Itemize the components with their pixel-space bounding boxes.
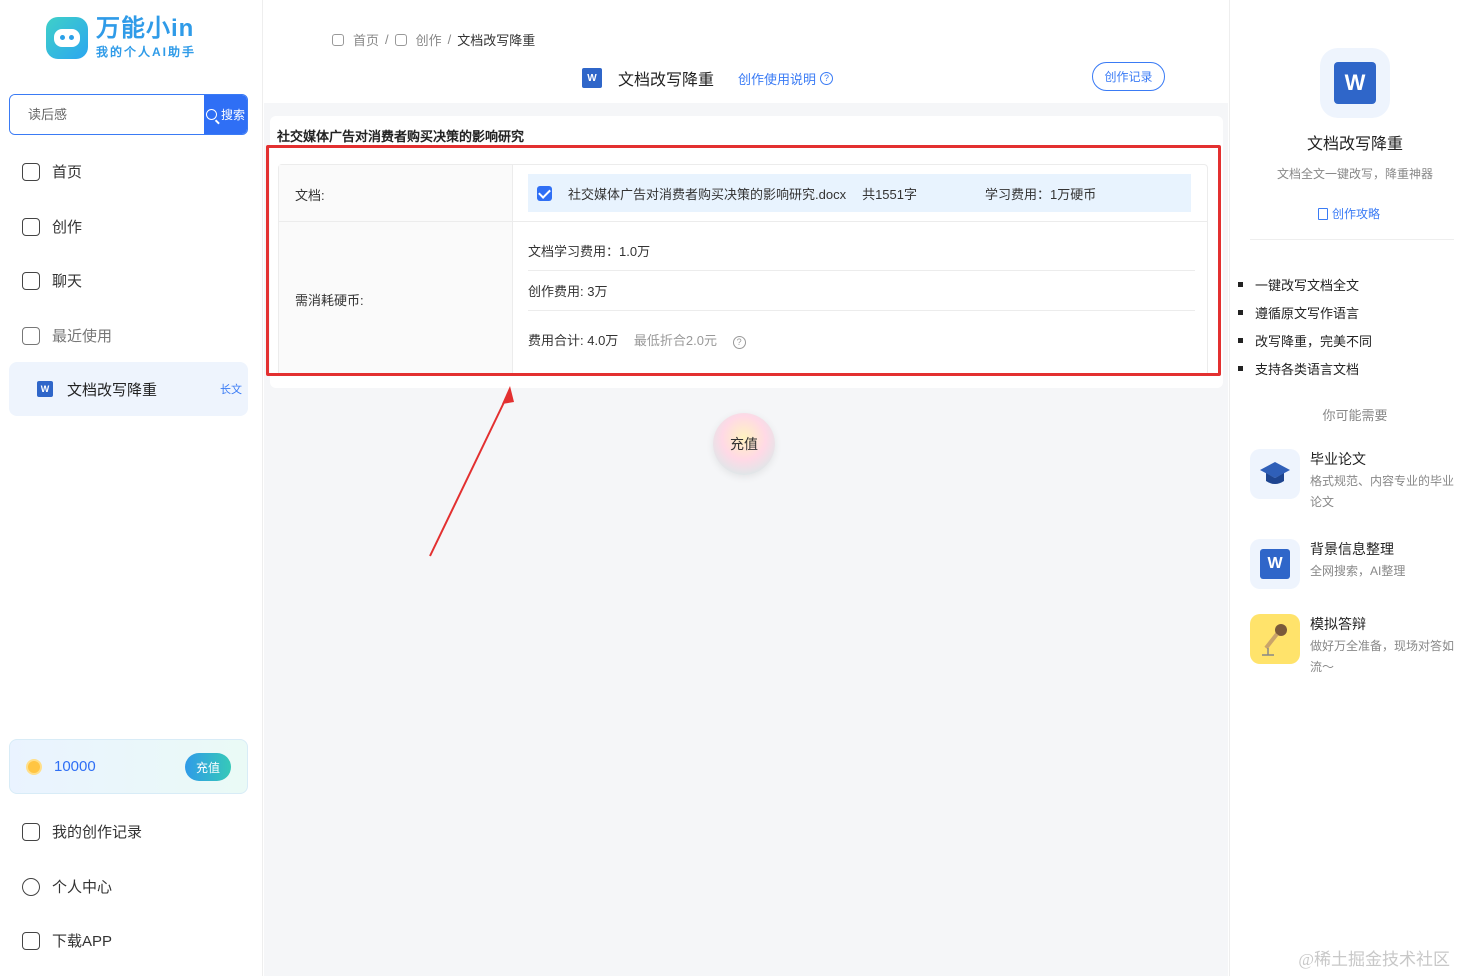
watermark: @稀土掘金技术社区 bbox=[1298, 950, 1450, 969]
cost-label: 需消耗硬币: bbox=[295, 293, 364, 308]
record-icon bbox=[22, 822, 40, 841]
learn-fee: 文档学习费用：1.0万 bbox=[528, 241, 1195, 271]
home-icon bbox=[22, 162, 40, 181]
tool-desc: 文档全文一键改写，降重神器 bbox=[1276, 167, 1433, 181]
coin-value: 10000 bbox=[54, 758, 96, 775]
app-icon bbox=[22, 931, 40, 950]
creation-guide-label: 创作攻略 bbox=[1332, 207, 1381, 221]
robot-logo-icon bbox=[46, 17, 88, 59]
chat-icon bbox=[22, 271, 40, 290]
recharge-small-button[interactable]: 充值 bbox=[185, 753, 231, 781]
document-card: 社交媒体广告对消费者购买决策的影响研究 文档: 需消耗硬币: 社交媒体广告对消费… bbox=[270, 116, 1223, 388]
doc-learn-fee: 学习费用：1万硬币 bbox=[985, 186, 1097, 202]
word-doc-icon: W bbox=[37, 381, 53, 397]
word-doc-icon: W bbox=[1250, 539, 1300, 589]
doc-checkbox[interactable] bbox=[537, 185, 552, 201]
sidebar-item-label: 个人中心 bbox=[52, 879, 113, 896]
word-doc-icon: W bbox=[1320, 48, 1390, 118]
breadcrumb-home[interactable]: 首页 bbox=[353, 30, 379, 49]
rec-desc: 格式规范、内容专业的毕业论文 bbox=[1310, 474, 1455, 509]
creation-guide-link[interactable]: 创作攻略 bbox=[1318, 205, 1380, 222]
rec-name: 背景信息整理 bbox=[1310, 541, 1394, 557]
coin-balance: 10000 充值 bbox=[9, 739, 248, 794]
user-icon bbox=[22, 877, 40, 896]
recharge-button[interactable]: 充值 bbox=[713, 413, 775, 475]
usage-help-link[interactable]: 创作使用说明 ? bbox=[738, 69, 834, 88]
rec-name: 毕业论文 bbox=[1310, 451, 1366, 467]
sidebar-item-label: 最近使用 bbox=[52, 328, 113, 345]
page-header: W 文档改写降重 创作使用说明 ? bbox=[582, 66, 834, 90]
feature-item: 支持各类语言文档 bbox=[1238, 359, 1359, 378]
graduation-cap-icon bbox=[1250, 449, 1300, 499]
total-fee: 费用合计: 4.0万 bbox=[528, 333, 619, 348]
sidebar-item-label: 聊天 bbox=[52, 273, 83, 290]
sidebar-item-chat[interactable]: 聊天 bbox=[22, 270, 82, 291]
search-icon bbox=[205, 109, 217, 120]
word-doc-icon: W bbox=[582, 68, 602, 88]
annotation-arrow bbox=[429, 386, 514, 557]
usage-help-label: 创作使用说明 bbox=[738, 71, 817, 87]
sidebar-item-doc-rewrite[interactable]: W 文档改写降重 长文 bbox=[9, 362, 248, 416]
doc-row: 社交媒体广告对消费者购买决策的影响研究.docx 共1551字 学习费用：1万硬… bbox=[528, 174, 1191, 212]
rec-desc: 做好万全准备，现场对答如流～ bbox=[1310, 639, 1455, 674]
sidebar-item-home[interactable]: 首页 bbox=[22, 161, 82, 182]
search-bar: 搜索 bbox=[9, 94, 248, 135]
search-button-label: 搜索 bbox=[220, 108, 245, 122]
total-fee-row: 费用合计: 4.0万 最低折合2.0元 ? bbox=[528, 330, 1195, 359]
logo[interactable]: 万能小in 我的个人AI助手 bbox=[46, 16, 196, 60]
edit-icon bbox=[394, 33, 407, 46]
card-title: 社交媒体广告对消费者购买决策的影响研究 bbox=[277, 129, 525, 144]
coin-icon bbox=[26, 758, 42, 775]
min-price: 最低折合2.0元 bbox=[633, 333, 717, 348]
breadcrumb-create[interactable]: 创作 bbox=[416, 30, 442, 49]
recommendation-thesis[interactable]: 毕业论文 格式规范、内容专业的毕业论文 bbox=[1250, 449, 1458, 513]
creation-record-button[interactable]: 创作记录 bbox=[1092, 62, 1165, 91]
feature-item: 遵循原文写作语言 bbox=[1238, 303, 1359, 322]
cost-table: 文档: 需消耗硬币: 社交媒体广告对消费者购买决策的影响研究.docx 共155… bbox=[278, 164, 1208, 376]
doc-name: 社交媒体广告对消费者购买决策的影响研究.docx bbox=[568, 186, 847, 202]
right-panel: W 文档改写降重 文档全文一键改写，降重神器 创作攻略 一键改写文档全文 遵循原… bbox=[1229, 0, 1458, 976]
sidebar-item-label: 下载APP bbox=[52, 933, 113, 950]
feature-item: 一键改写文档全文 bbox=[1238, 275, 1359, 294]
feature-item: 改写降重，完美不同 bbox=[1238, 331, 1372, 350]
document-icon bbox=[1318, 207, 1328, 220]
main-content: 首页 / 创作 / 文档改写降重 W 文档改写降重 创作使用说明 ? 创作记录 … bbox=[264, 0, 1228, 976]
sidebar-item-download-app[interactable]: 下载APP bbox=[22, 930, 112, 951]
sidebar-item-label: 首页 bbox=[52, 164, 83, 181]
sidebar-item-create[interactable]: 创作 bbox=[22, 216, 82, 237]
sidebar-item-label: 文档改写降重 bbox=[67, 381, 158, 399]
rec-desc: 全网搜索，AI整理 bbox=[1310, 564, 1406, 578]
sidebar-item-my-records[interactable]: 我的创作记录 bbox=[22, 821, 142, 842]
microphone-icon bbox=[1250, 614, 1300, 664]
edit-icon bbox=[22, 217, 40, 236]
sidebar: 万能小in 我的个人AI助手 搜索 首页 创作 聊天 最近使用 W 文档改写降重… bbox=[0, 0, 263, 976]
top-bar: 首页 / 创作 / 文档改写降重 W 文档改写降重 创作使用说明 ? 创作记录 bbox=[264, 0, 1228, 103]
create-fee: 创作费用: 3万 bbox=[528, 281, 1195, 311]
question-icon: ? bbox=[820, 71, 834, 85]
logo-subtitle: 我的个人AI助手 bbox=[96, 45, 197, 59]
home-icon bbox=[332, 33, 344, 46]
search-button[interactable]: 搜索 bbox=[204, 95, 247, 134]
doc-label: 文档: bbox=[295, 188, 325, 203]
breadcrumb-separator: / bbox=[385, 32, 389, 47]
sidebar-item-label: 创作 bbox=[52, 219, 83, 236]
rec-name: 模拟答辩 bbox=[1310, 616, 1366, 632]
long-text-tag: 长文 bbox=[220, 384, 242, 396]
breadcrumb-separator: / bbox=[447, 32, 452, 47]
tool-title: 文档改写降重 bbox=[1306, 136, 1403, 153]
breadcrumb-current: 文档改写降重 bbox=[457, 33, 536, 48]
suggestion-heading: 你可能需要 bbox=[1322, 408, 1388, 423]
sidebar-item-profile[interactable]: 个人中心 bbox=[22, 876, 112, 897]
search-input[interactable] bbox=[10, 95, 204, 134]
recommendation-defense[interactable]: 模拟答辩 做好万全准备，现场对答如流～ bbox=[1250, 614, 1458, 678]
page-title: 文档改写降重 bbox=[618, 72, 715, 89]
doc-word-count: 共1551字 bbox=[862, 186, 917, 202]
recent-icon bbox=[22, 326, 40, 345]
breadcrumb: 首页 / 创作 / 文档改写降重 bbox=[332, 30, 535, 49]
sidebar-item-label: 我的创作记录 bbox=[52, 824, 143, 841]
recommendation-background[interactable]: W 背景信息整理 全网搜索，AI整理 bbox=[1250, 539, 1458, 589]
sidebar-item-recent[interactable]: 最近使用 bbox=[22, 325, 112, 346]
logo-title: 万能小in bbox=[96, 15, 195, 42]
question-icon[interactable]: ? bbox=[732, 335, 746, 349]
